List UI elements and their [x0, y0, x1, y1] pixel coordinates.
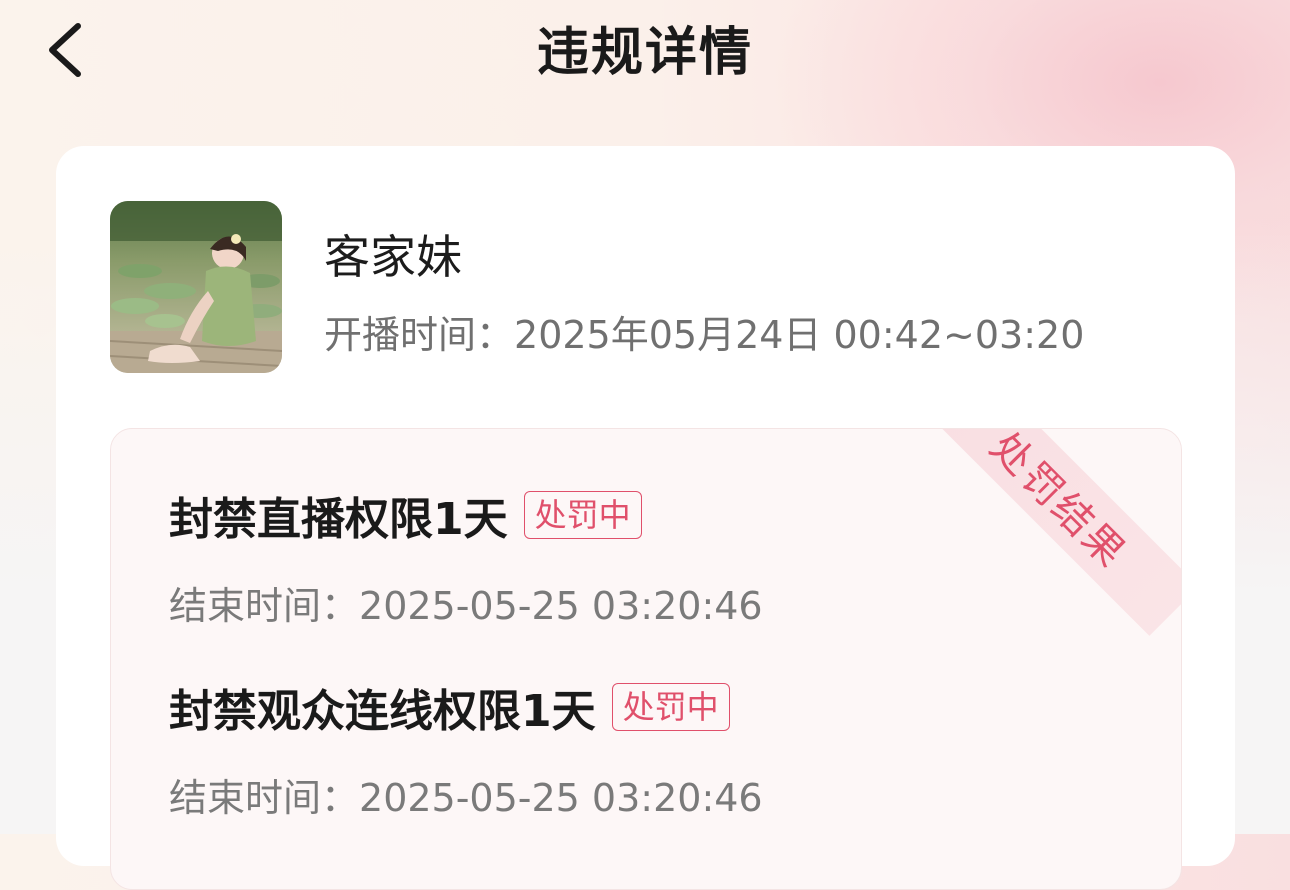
streamer-name: 客家妹 [324, 230, 462, 284]
live-time-value: 2025年05月24日 00:42~03:20 [514, 313, 1085, 357]
avatar-photo [110, 201, 282, 373]
end-time-label: 结束时间： [169, 776, 360, 820]
status-badge: 处罚中 [611, 683, 730, 731]
top-nav-bar: 违规详情 [0, 0, 1290, 100]
penalty-result-ribbon: 处罚结果 [923, 429, 1181, 636]
end-time-value: 2025-05-25 03:20:46 [359, 584, 763, 628]
end-time-value: 2025-05-25 03:20:46 [359, 776, 763, 820]
penalty-title: 封禁观众连线权限1天 [169, 686, 596, 737]
end-time-label: 结束时间： [169, 584, 360, 628]
penalty-end-time: 结束时间：2025-05-25 03:20:46 [169, 575, 763, 630]
page-title: 违规详情 [536, 23, 753, 83]
violation-card: 客家妹 开播时间：2025年05月24日 00:42~03:20 处罚结果 封禁… [56, 146, 1235, 890]
penalty-item: 封禁观众连线权限1天 处罚中 结束时间：2025-05-25 03:20:46 [169, 675, 763, 822]
status-badge: 处罚中 [523, 491, 642, 539]
penalty-title: 封禁直播权限1天 [169, 494, 508, 545]
penalty-item: 封禁直播权限1天 处罚中 结束时间：2025-05-25 03:20:46 [169, 483, 763, 630]
streamer-avatar[interactable] [110, 201, 282, 373]
live-time-label: 开播时间： [324, 313, 515, 357]
penalty-end-time: 结束时间：2025-05-25 03:20:46 [169, 767, 763, 822]
penalty-result-panel: 处罚结果 封禁直播权限1天 处罚中 结束时间：2025-05-25 03:20:… [110, 428, 1182, 890]
live-time: 开播时间：2025年05月24日 00:42~03:20 [324, 304, 1084, 359]
